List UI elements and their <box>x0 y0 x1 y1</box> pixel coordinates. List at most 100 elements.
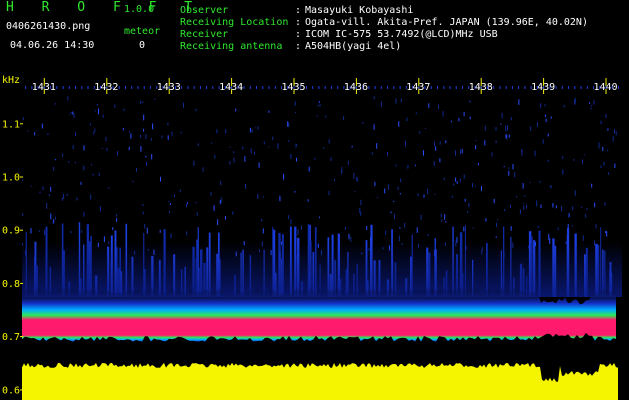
x-minor-tick <box>137 86 139 89</box>
noise-speck <box>154 98 156 100</box>
x-minor-tick <box>131 86 133 89</box>
noise-speck <box>180 131 182 134</box>
noise-speck <box>562 169 564 175</box>
noise-speck <box>582 159 583 164</box>
x-minor-tick <box>312 86 314 89</box>
noise-speck <box>348 233 350 240</box>
noise-speck <box>288 140 290 142</box>
noise-speck <box>251 129 253 133</box>
noise-floor <box>22 362 618 400</box>
noise-speck <box>495 127 497 131</box>
noise-speck <box>54 103 56 105</box>
noise-speck <box>49 194 50 197</box>
noise-speck <box>420 214 422 220</box>
x-minor-tick <box>455 86 457 89</box>
noise-speck <box>557 227 559 231</box>
noise-speck <box>268 146 270 148</box>
noise-speck <box>397 186 399 190</box>
x-minor-tick <box>618 86 619 89</box>
noise-speck <box>582 235 584 241</box>
noise-speck <box>211 142 213 144</box>
x-minor-tick <box>324 86 326 89</box>
noise-speck <box>603 162 605 166</box>
noise-speck <box>459 178 461 183</box>
noise-speck <box>427 234 429 236</box>
noise-speck <box>70 230 72 234</box>
x-minor-tick <box>368 86 370 89</box>
noise-speck <box>116 214 118 217</box>
x-minor-tick <box>181 86 183 89</box>
x-minor-tick <box>393 86 395 89</box>
noise-speck <box>504 209 506 212</box>
noise-speck <box>376 143 378 149</box>
noise-speck <box>484 140 486 146</box>
noise-speck <box>108 187 110 189</box>
noise-speck <box>116 218 118 222</box>
noise-speck <box>225 129 227 134</box>
observer-sep: : <box>295 5 302 16</box>
noise-speck <box>399 227 401 229</box>
noise-speck <box>549 185 551 188</box>
noise-speck <box>474 185 476 187</box>
noise-speck <box>377 196 379 198</box>
noise-speck <box>544 114 546 117</box>
noise-speck <box>145 134 147 140</box>
noise-speck <box>550 116 552 119</box>
noise-speck <box>257 193 259 199</box>
noise-speck <box>30 185 32 187</box>
noise-speck <box>485 218 487 222</box>
noise-speck <box>220 197 222 203</box>
noise-speck <box>503 166 505 168</box>
noise-speck <box>427 188 429 195</box>
noise-speck <box>505 134 507 139</box>
y-tick <box>20 389 23 391</box>
x-minor-tick <box>518 86 520 89</box>
noise-speck <box>353 172 355 179</box>
noise-speck <box>169 203 171 205</box>
x-minor-tick <box>281 86 282 89</box>
noise-speck <box>53 166 55 171</box>
x-minor-tick <box>81 86 83 89</box>
noise-speck <box>612 136 614 142</box>
noise-speck <box>508 170 510 176</box>
noise-speck <box>317 105 319 107</box>
noise-speck <box>102 114 104 118</box>
y-tick-label: 0.9 <box>2 226 20 237</box>
noise-speck <box>146 227 148 234</box>
noise-speck <box>183 102 184 108</box>
noise-speck <box>170 233 172 239</box>
noise-speck <box>244 156 246 162</box>
noise-speck <box>534 150 536 157</box>
noise-speck <box>232 211 234 215</box>
y-tick-label: 1.1 <box>2 119 20 130</box>
x-minor-tick <box>293 86 295 89</box>
noise-speck <box>62 153 64 157</box>
noise-speck <box>417 193 419 197</box>
noise-speck <box>615 131 617 136</box>
noise-speck <box>254 151 255 155</box>
noise-speck <box>384 188 386 194</box>
date-time: 04.06.26 14:30 <box>10 40 95 51</box>
noise-speck <box>439 158 441 163</box>
noise-speck <box>106 147 108 152</box>
x-minor-tick <box>212 86 214 89</box>
noise-speck <box>99 206 101 212</box>
x-minor-tick <box>112 86 114 89</box>
noise-speck <box>423 194 425 198</box>
noise-speck <box>96 104 98 106</box>
x-minor-tick <box>443 86 445 89</box>
x-minor-tick <box>168 86 170 89</box>
noise-speck <box>600 120 602 125</box>
noise-speck <box>433 161 435 167</box>
noise-speck <box>61 197 63 201</box>
noise-speck <box>398 121 400 127</box>
noise-speck <box>568 213 570 218</box>
x-minor-tick <box>574 86 576 89</box>
noise-speck <box>604 202 606 206</box>
x-minor-tick <box>399 86 401 89</box>
y-tick <box>20 229 23 231</box>
noise-speck <box>438 104 439 109</box>
noise-speck <box>481 186 482 191</box>
noise-speck <box>516 196 518 198</box>
noise-speck <box>22 179 24 181</box>
